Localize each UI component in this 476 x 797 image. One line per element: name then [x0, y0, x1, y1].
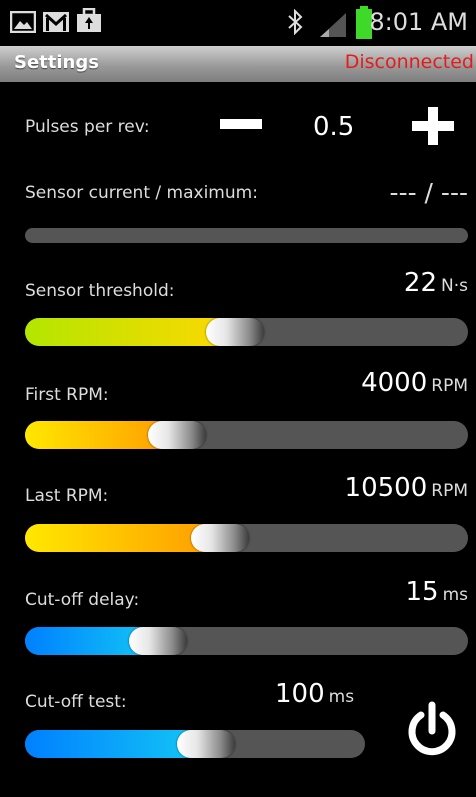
sensor-threshold-label: Sensor threshold:: [25, 281, 175, 301]
slider-thumb[interactable]: [177, 730, 236, 758]
last-rpm-slider[interactable]: [25, 524, 468, 552]
slider-fill: [25, 318, 235, 346]
cutoff-test-label: Cut-off test:: [25, 692, 127, 712]
last-rpm-unit: RPM: [431, 481, 468, 501]
connection-status: Disconnected: [344, 51, 474, 73]
sensor-current-label: Sensor current / maximum:: [25, 183, 258, 203]
sensor-threshold-unit: N·s: [441, 276, 468, 296]
sensor-level-bar: [25, 228, 468, 243]
slider-thumb[interactable]: [148, 421, 207, 449]
cutoff-test-slider[interactable]: [25, 730, 365, 758]
bluetooth-icon: [286, 8, 304, 39]
cutoff-delay-readout: 15 ms: [405, 577, 468, 607]
sensor-threshold-readout: 22 N·s: [404, 268, 468, 298]
slider-thumb[interactable]: [128, 627, 187, 655]
status-time: 8:01 AM: [369, 8, 468, 36]
plus-icon: [412, 107, 454, 145]
first-rpm-label: First RPM:: [25, 385, 109, 405]
pulses-label: Pulses per rev:: [25, 117, 150, 137]
first-rpm-slider[interactable]: [25, 421, 468, 449]
first-rpm-unit: RPM: [431, 376, 468, 396]
slider-thumb[interactable]: [205, 318, 264, 346]
cutoff-test-unit: ms: [328, 687, 355, 707]
power-icon: [404, 701, 460, 765]
minus-icon: [220, 119, 262, 129]
pulses-value: 0.5: [313, 112, 355, 142]
cutoff-delay-value: 15: [405, 577, 439, 607]
sensor-current-value: --- / ---: [389, 178, 468, 207]
page-title: Settings: [14, 52, 99, 73]
first-rpm-readout: 4000 RPM: [361, 368, 468, 398]
cutoff-test-readout: 100 ms: [275, 679, 354, 709]
decrement-button[interactable]: [220, 111, 262, 137]
gallery-icon: [9, 10, 37, 37]
last-rpm-label: Last RPM:: [25, 486, 109, 506]
cutoff-delay-slider[interactable]: [25, 627, 468, 655]
signal-icon: [318, 12, 348, 42]
status-bar: 8:01 AM: [0, 0, 476, 46]
last-rpm-readout: 10500 RPM: [345, 473, 468, 503]
sensor-threshold-value: 22: [403, 268, 438, 298]
first-rpm-value: 4000: [361, 368, 428, 398]
briefcase-icon: [76, 7, 102, 37]
gmail-icon: [42, 11, 70, 37]
cutoff-delay-unit: ms: [442, 585, 468, 605]
action-bar: Settings Disconnected: [0, 46, 476, 82]
slider-thumb[interactable]: [190, 524, 249, 552]
cutoff-test-button[interactable]: [404, 701, 460, 761]
last-rpm-value: 10500: [344, 473, 428, 503]
screen: 8:01 AM Settings Disconnected Pulses per…: [0, 0, 476, 797]
cutoff-delay-label: Cut-off delay:: [25, 590, 140, 610]
sensor-threshold-slider[interactable]: [25, 318, 468, 346]
increment-button[interactable]: [412, 107, 454, 145]
cutoff-test-value: 100: [275, 679, 325, 709]
